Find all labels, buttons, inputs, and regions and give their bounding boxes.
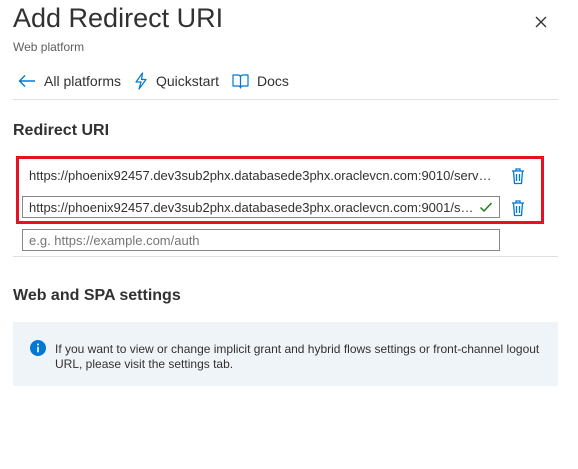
redirect-uri-value-2: https://phoenix92457.dev3sub2phx.databas…	[29, 199, 477, 215]
new-redirect-uri-input[interactable]	[22, 229, 500, 251]
redirect-uri-value-1: https://phoenix92457.dev3sub2phx.databas…	[29, 167, 493, 183]
web-spa-settings-heading: Web and SPA settings	[13, 287, 181, 304]
arrow-left-icon	[18, 75, 35, 87]
redirect-uri-input-2[interactable]: https://phoenix92457.dev3sub2phx.databas…	[22, 196, 500, 218]
delete-icon[interactable]	[510, 167, 526, 185]
lightning-icon	[135, 72, 147, 90]
info-text: If you want to view or change implicit g…	[55, 342, 540, 371]
close-icon[interactable]	[531, 12, 551, 32]
docs-link[interactable]: Docs	[232, 70, 289, 92]
all-platforms-link[interactable]: All platforms	[18, 70, 121, 92]
info-icon	[30, 340, 46, 356]
redirect-uri-heading: Redirect URI	[13, 122, 110, 139]
checkmark-icon	[480, 202, 493, 213]
page-subtitle: Web platform	[13, 40, 85, 54]
page-title: Add Redirect URI	[13, 3, 224, 33]
delete-icon[interactable]	[510, 199, 526, 217]
info-banner: If you want to view or change implicit g…	[13, 322, 558, 386]
docs-label: Docs	[257, 73, 289, 89]
divider	[13, 99, 558, 100]
quickstart-link[interactable]: Quickstart	[134, 70, 219, 92]
divider	[13, 256, 558, 257]
all-platforms-label: All platforms	[44, 73, 122, 89]
redirect-uri-input-1[interactable]: https://phoenix92457.dev3sub2phx.databas…	[22, 164, 500, 186]
quickstart-label: Quickstart	[156, 73, 220, 89]
book-icon	[232, 74, 249, 89]
